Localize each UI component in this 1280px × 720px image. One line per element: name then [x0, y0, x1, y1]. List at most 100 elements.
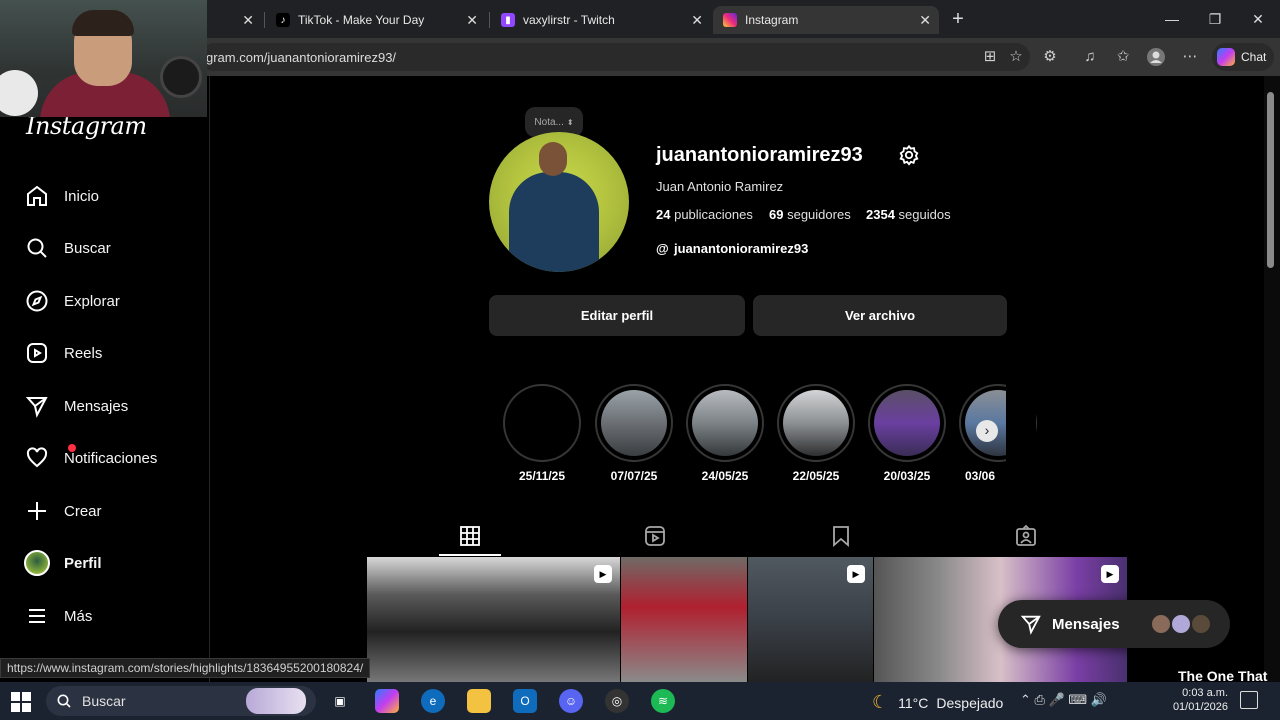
sidebar-item-reels[interactable]: Reels — [24, 333, 102, 373]
sidebar-item-perfil[interactable]: Perfil — [24, 543, 102, 583]
highlight-label: 20/03/25 — [883, 469, 931, 483]
sidebar-item-label: Buscar — [64, 239, 111, 257]
post-thumbnail[interactable]: ▶ — [367, 557, 620, 682]
extensions-icon[interactable]: ⚙ — [1040, 47, 1060, 67]
post-thumbnail[interactable]: ▶ — [748, 557, 873, 682]
following-count[interactable]: 2354 seguidos — [866, 207, 951, 222]
outlook-icon[interactable]: O — [513, 689, 537, 713]
restore-button[interactable]: ❐ — [1204, 8, 1226, 30]
chat-label: Chat — [1241, 50, 1267, 64]
reel-indicator-icon: ▶ — [1101, 565, 1119, 583]
sidebar-item-explorar[interactable]: Explorar — [24, 281, 120, 321]
sidebar-item-label: Crear — [64, 502, 102, 520]
threads-handle: juanantonioramirez93 — [674, 241, 809, 256]
highlight-item[interactable] — [777, 384, 855, 462]
sidebar-item-crear[interactable]: Crear — [24, 491, 102, 531]
following-label: seguidos — [898, 207, 951, 222]
reel-indicator-icon: ▶ — [847, 565, 865, 583]
sidebar-item-label: Mensajes — [64, 397, 129, 415]
highlight-item[interactable] — [595, 384, 673, 462]
sidebar-item-label: Reels — [64, 344, 103, 362]
threads-link[interactable]: @ juanantonioramirez93 — [656, 241, 808, 256]
avatar — [1150, 613, 1172, 635]
edit-profile-button[interactable]: Editar perfil — [489, 295, 745, 336]
sidebar-item-label: Más — [64, 607, 93, 625]
followers-count[interactable]: 69 seguidores — [769, 207, 851, 222]
highlight-label: 22/05/25 — [792, 469, 840, 483]
sidebar-item-notificaciones[interactable]: Notificaciones — [24, 438, 157, 478]
close-window-button[interactable]: ✕ — [1247, 8, 1269, 30]
media-control-icon[interactable]: ♫ — [1080, 47, 1100, 67]
scrollbar-thumb[interactable] — [1267, 92, 1274, 268]
task-view-icon[interactable]: ▣ — [328, 689, 352, 713]
system-clock[interactable]: 0:03 a.m. 01/01/2026 — [1168, 687, 1228, 713]
notifications-icon[interactable] — [1240, 691, 1258, 709]
posts-label: publicaciones — [674, 207, 753, 222]
discord-icon[interactable]: ☺ — [559, 689, 583, 713]
favorites-icon[interactable]: ✩ — [1113, 47, 1133, 67]
tab-title: TikTok - Make Your Day — [298, 13, 425, 27]
app-available-icon[interactable]: ⊞ — [980, 47, 1000, 67]
browser-tab-instagram[interactable]: Instagram ✕ — [713, 6, 939, 34]
new-tab-button[interactable]: + — [947, 8, 969, 30]
taskbar-search-box[interactable]: Buscar — [46, 686, 316, 716]
avatar — [24, 550, 50, 576]
messages-pill-label: Mensajes — [1052, 615, 1120, 633]
address-bar[interactable]: gram.com/juanantonioramirez93/ — [200, 43, 1030, 71]
instagram-icon — [723, 13, 737, 27]
profile-avatar-icon[interactable] — [1146, 47, 1166, 67]
highlights-next-button[interactable]: › — [976, 420, 998, 442]
favorite-star-icon[interactable]: ☆ — [1006, 47, 1026, 67]
saved-icon[interactable] — [829, 524, 853, 548]
tab-title: Instagram — [745, 13, 799, 27]
clock-time: 0:03 a.m. — [1182, 687, 1228, 699]
reels-tab-icon[interactable] — [643, 524, 667, 548]
sidebar-item-mensajes[interactable]: Mensajes — [24, 386, 128, 426]
tagged-icon[interactable] — [1014, 524, 1038, 548]
edge-browser-icon[interactable]: e — [421, 689, 445, 713]
profile-username: juanantonioramirez93 — [656, 144, 863, 166]
posts-count: 24 publicaciones — [656, 207, 753, 222]
browser-tab-tiktok[interactable]: ♪ TikTok - Make Your Day ✕ — [266, 6, 486, 34]
weather-description: Despejado — [936, 694, 1004, 711]
profile-picture[interactable] — [489, 132, 629, 272]
highlight-label: 03/06 — [964, 469, 996, 483]
highlight-item[interactable] — [868, 384, 946, 462]
more-options-icon[interactable]: ⋯ — [1180, 47, 1200, 67]
close-tab-icon[interactable]: ✕ — [691, 12, 703, 29]
settings-gear-icon[interactable] — [898, 144, 920, 166]
posts-grid-icon[interactable] — [458, 524, 482, 548]
copilot-icon[interactable] — [375, 689, 399, 713]
tiktok-icon: ♪ — [276, 13, 290, 27]
close-tab-icon[interactable]: ✕ — [919, 12, 931, 29]
copilot-chat-button[interactable]: Chat — [1212, 43, 1274, 71]
view-archive-button[interactable]: Ver archivo — [753, 295, 1007, 336]
status-bar-url: https://www.instagram.com/stories/highli… — [0, 658, 371, 678]
spotify-icon[interactable]: ≋ — [651, 689, 675, 713]
reels-icon — [24, 340, 50, 366]
weather-widget[interactable]: ☾ 11°C Despejado — [872, 692, 1003, 713]
obs-icon[interactable]: ◎ — [605, 689, 629, 713]
url-text: gram.com/juanantonioramirez93/ — [206, 50, 397, 65]
windows-start-icon[interactable] — [10, 691, 32, 713]
plus-icon — [24, 498, 50, 524]
avatar — [1170, 613, 1192, 635]
close-tab-icon[interactable]: ✕ — [466, 12, 478, 29]
highlight-item[interactable] — [503, 384, 581, 462]
post-thumbnail[interactable] — [621, 557, 747, 682]
browser-tab-twitch[interactable]: ▮ vaxylirstr - Twitch ✕ — [491, 6, 711, 34]
messages-floating-button[interactable]: Mensajes — [998, 600, 1230, 648]
note-arrows-icon: ⬍ — [566, 117, 574, 127]
close-tab-icon[interactable]: ✕ — [242, 12, 254, 29]
file-explorer-icon[interactable] — [467, 689, 491, 713]
sidebar-item-mas[interactable]: Más — [24, 596, 92, 636]
browser-tab-1[interactable]: ✕ — [212, 6, 262, 34]
reel-indicator-icon: ▶ — [594, 565, 612, 583]
sidebar-item-inicio[interactable]: Inicio — [24, 176, 99, 216]
active-tab-underline — [439, 554, 501, 556]
sidebar-item-label: Notificaciones — [64, 449, 158, 467]
highlight-item[interactable] — [686, 384, 764, 462]
minimize-button[interactable]: — — [1161, 8, 1183, 30]
system-tray-icons[interactable]: ⌃ ⎙ 🎤 ⌨ 🔊 — [1020, 692, 1107, 708]
sidebar-item-buscar[interactable]: Buscar — [24, 228, 111, 268]
